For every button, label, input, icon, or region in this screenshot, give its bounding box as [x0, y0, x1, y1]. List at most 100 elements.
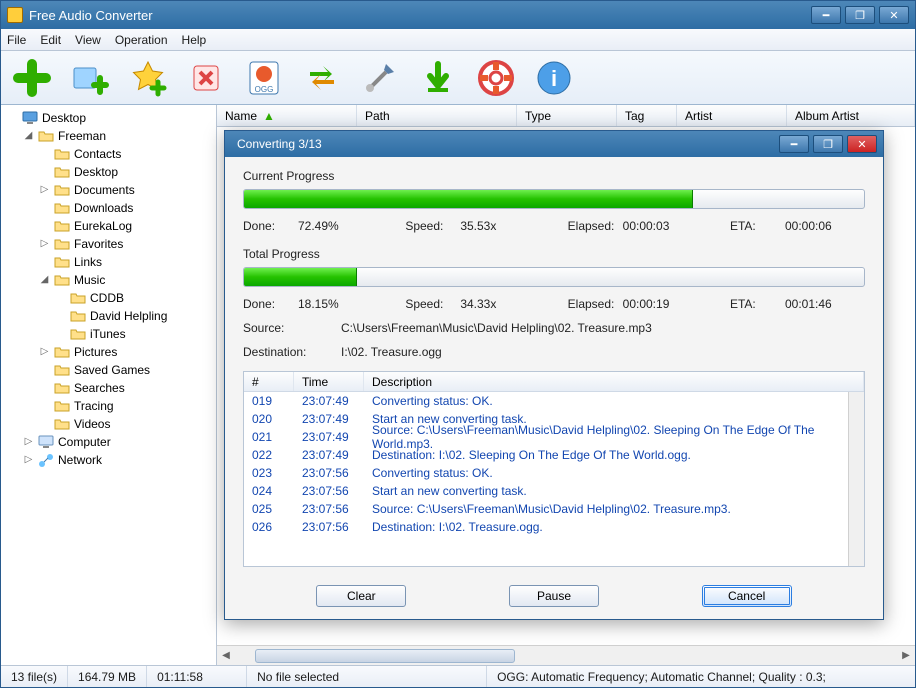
converting-dialog: Converting 3/13 ━ ❐ ✕ Current Progress D…	[224, 130, 884, 620]
log-row[interactable]: 02323:07:56Converting status: OK.	[244, 464, 848, 482]
download-button[interactable]	[415, 55, 461, 101]
status-duration: 01:11:58	[147, 666, 247, 687]
tree-item[interactable]: Searches	[39, 379, 216, 397]
log-row[interactable]: 02223:07:49Destination: I:\02. Sleeping …	[244, 446, 848, 464]
svg-text:OGG: OGG	[255, 85, 274, 94]
folder-icon	[54, 236, 70, 252]
log-rows[interactable]: 01923:07:49Converting status: OK.02023:0…	[244, 392, 848, 566]
log-col-desc[interactable]: Description	[364, 372, 864, 391]
log-col-num[interactable]: #	[244, 372, 294, 391]
source-path: C:\Users\Freeman\Music\David Helpling\02…	[341, 321, 652, 335]
log-scrollbar[interactable]	[848, 392, 864, 566]
tree-item[interactable]: ▷Documents	[39, 181, 216, 199]
menubar: File Edit View Operation Help	[1, 29, 915, 51]
total-stats: Done:18.15% Speed:34.33x Elapsed:00:00:1…	[243, 297, 865, 311]
column-header[interactable]: Name▲ Path Type Tag Artist Album Artist	[217, 105, 915, 127]
dialog-close-button[interactable]: ✕	[847, 135, 877, 153]
close-button[interactable]: ✕	[879, 6, 909, 24]
tree-item[interactable]: Tracing	[39, 397, 216, 415]
tree-item[interactable]: CDDB	[55, 289, 216, 307]
app-icon	[7, 7, 23, 23]
scroll-thumb[interactable]	[255, 649, 515, 663]
help-lifebuoy-button[interactable]	[473, 55, 519, 101]
col-path[interactable]: Path	[357, 105, 517, 126]
menu-file[interactable]: File	[7, 33, 26, 47]
tree-item[interactable]: David Helpling	[55, 307, 216, 325]
folder-icon	[54, 362, 70, 378]
total-progress-label: Total Progress	[243, 247, 865, 261]
add-folder-button[interactable]	[67, 55, 113, 101]
settings-button[interactable]	[357, 55, 403, 101]
cancel-button[interactable]: Cancel	[702, 585, 792, 607]
clear-log-button[interactable]: Clear	[316, 585, 406, 607]
folder-icon	[54, 380, 70, 396]
folder-icon	[54, 218, 70, 234]
h-scrollbar[interactable]: ◀ ▶	[217, 645, 915, 665]
col-album-artist[interactable]: Album Artist	[787, 105, 915, 126]
log-row[interactable]: 01923:07:49Converting status: OK.	[244, 392, 848, 410]
info-button[interactable]: i	[531, 55, 577, 101]
status-format: OGG: Automatic Frequency; Automatic Chan…	[487, 666, 915, 687]
folder-icon	[54, 416, 70, 432]
min-button[interactable]: ━	[811, 6, 841, 24]
total-progress-bar	[243, 267, 865, 287]
scroll-left-icon[interactable]: ◀	[217, 647, 235, 665]
col-tag[interactable]: Tag	[617, 105, 677, 126]
log-row[interactable]: 02423:07:56Start an new converting task.	[244, 482, 848, 500]
folder-tree[interactable]: Desktop ◢ Freeman ContactsDesktop▷Docume…	[1, 105, 217, 665]
log-row[interactable]: 02623:07:56Destination: I:\02. Treasure.…	[244, 518, 848, 536]
tree-network[interactable]: ▷ Network	[23, 451, 216, 469]
dialog-min-button[interactable]: ━	[779, 135, 809, 153]
tree-item[interactable]: Videos	[39, 415, 216, 433]
dialog-title: Converting 3/13	[237, 137, 322, 151]
scroll-right-icon[interactable]: ▶	[897, 647, 915, 665]
add-files-button[interactable]	[9, 55, 55, 101]
tree-item[interactable]: Downloads	[39, 199, 216, 217]
dialog-max-button[interactable]: ❐	[813, 135, 843, 153]
col-artist[interactable]: Artist	[677, 105, 787, 126]
tree-item[interactable]: Desktop	[39, 163, 216, 181]
source-label: Source:	[243, 321, 323, 335]
window-title: Free Audio Converter	[29, 8, 153, 23]
current-progress-bar	[243, 189, 865, 209]
toolbar: OGG i	[1, 51, 915, 105]
tree-item[interactable]: Links	[39, 253, 216, 271]
clear-button[interactable]	[183, 55, 229, 101]
log-row[interactable]: 02523:07:56Source: C:\Users\Freeman\Musi…	[244, 500, 848, 518]
folder-icon	[54, 146, 70, 162]
folder-icon	[54, 254, 70, 270]
titlebar[interactable]: Free Audio Converter ━ ❐ ✕	[1, 1, 915, 29]
tree-computer[interactable]: ▷ Computer	[23, 433, 216, 451]
col-name[interactable]: Name▲	[217, 105, 357, 126]
log-row[interactable]: 02123:07:49Source: C:\Users\Freeman\Musi…	[244, 428, 848, 446]
menu-edit[interactable]: Edit	[40, 33, 61, 47]
menu-view[interactable]: View	[75, 33, 101, 47]
computer-icon	[38, 434, 54, 450]
current-progress-label: Current Progress	[243, 169, 865, 183]
folder-icon	[70, 290, 86, 306]
max-button[interactable]: ❐	[845, 6, 875, 24]
format-ogg-button[interactable]: OGG	[241, 55, 287, 101]
tree-user[interactable]: ◢ Freeman	[23, 127, 216, 145]
tree-item[interactable]: ▷Favorites	[39, 235, 216, 253]
convert-button[interactable]	[299, 55, 345, 101]
tree-item[interactable]: EurekaLog	[39, 217, 216, 235]
folder-icon	[70, 308, 86, 324]
log-panel: # Time Description 01923:07:49Converting…	[243, 371, 865, 567]
col-type[interactable]: Type	[517, 105, 617, 126]
tree-item[interactable]: ◢Music	[39, 271, 216, 289]
tree-desktop[interactable]: Desktop	[7, 109, 216, 127]
tree-item[interactable]: ▷Pictures	[39, 343, 216, 361]
tree-item[interactable]: Contacts	[39, 145, 216, 163]
favorites-button[interactable]	[125, 55, 171, 101]
tree-item[interactable]: Saved Games	[39, 361, 216, 379]
folder-icon	[54, 182, 70, 198]
menu-help[interactable]: Help	[182, 33, 207, 47]
menu-operation[interactable]: Operation	[115, 33, 168, 47]
tree-item[interactable]: iTunes	[55, 325, 216, 343]
pause-button[interactable]: Pause	[509, 585, 599, 607]
dialog-titlebar[interactable]: Converting 3/13 ━ ❐ ✕	[225, 131, 883, 157]
log-col-time[interactable]: Time	[294, 372, 364, 391]
folder-icon	[54, 344, 70, 360]
folder-icon	[54, 164, 70, 180]
